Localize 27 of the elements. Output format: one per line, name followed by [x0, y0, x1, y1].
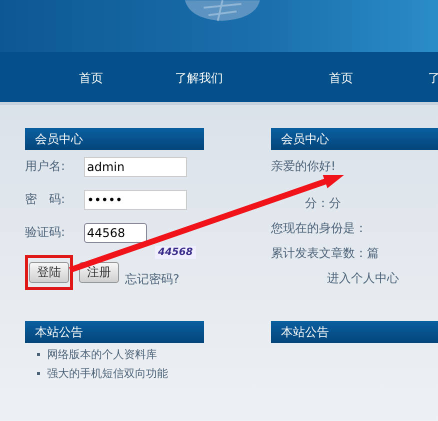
form-button[interactable]: 登陆 — [29, 262, 69, 282]
notice-item[interactable]: 网络版本的个人资料库 — [47, 347, 157, 362]
member-info-text: 分：分 — [304, 196, 341, 210]
input-field[interactable]: ••••• — [84, 190, 187, 210]
nav-link[interactable]: 了解我们 — [175, 70, 223, 87]
bullet-icon — [37, 353, 40, 356]
field-label: 密 码: — [25, 191, 66, 208]
notice-item[interactable]: 强大的手机短信双向功能 — [47, 366, 168, 381]
nav-link[interactable]: 首页 — [329, 70, 353, 87]
member-info-text: 亲爱的你好! — [270, 159, 336, 173]
field-label: 验证码: — [25, 224, 66, 241]
nav-link[interactable]: 首页 — [79, 70, 103, 87]
globe-icon — [185, 0, 260, 21]
forgot-password-link[interactable]: 忘记密码? — [125, 270, 180, 288]
panel-header: 本站公告 — [270, 321, 438, 343]
panel-header: 会员中心 — [270, 128, 438, 150]
input-field[interactable]: 44568 — [84, 222, 147, 242]
nav-link[interactable]: 了 — [428, 70, 438, 87]
member-info-text: 累计发表文章数：篇 — [270, 246, 379, 260]
personal-center-link[interactable]: 进入个人中心 — [326, 270, 438, 287]
input-field[interactable]: admin — [84, 156, 187, 176]
bullet-icon — [37, 372, 40, 375]
captcha-image: 44568 — [155, 246, 196, 259]
member-info-text: 您现在的身份是： — [270, 221, 367, 235]
panel-header: 会员中心 — [25, 128, 204, 150]
panel-header: 本站公告 — [25, 321, 204, 343]
field-label: 用户名: — [25, 158, 66, 175]
